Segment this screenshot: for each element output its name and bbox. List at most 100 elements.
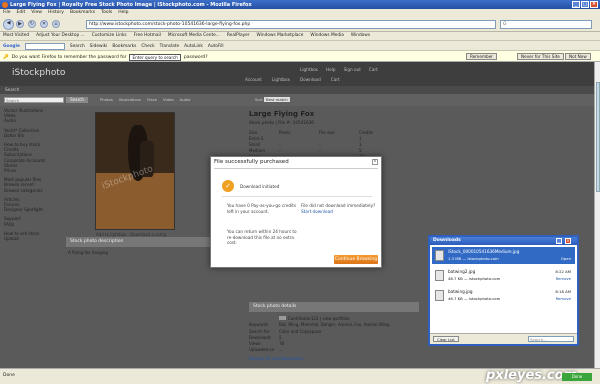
never-for-site-button[interactable]: Never for This Site	[517, 53, 564, 60]
filter-flash[interactable]: Flash	[147, 97, 157, 102]
sort-label: Sort	[255, 97, 263, 102]
notification-suffix: password?	[183, 55, 208, 60]
minimize-icon[interactable]: _	[572, 1, 580, 8]
lightbox-link[interactable]: Lightbox	[272, 77, 290, 82]
download-size: 46.7 KB — istockphoto.com	[448, 296, 501, 301]
download-link[interactable]: Download	[300, 77, 321, 82]
menu-history[interactable]: History	[48, 10, 64, 17]
autofill-button[interactable]: AutoFill	[208, 44, 224, 49]
stock-photo[interactable]: iStockphoto	[95, 112, 175, 230]
not-now-button[interactable]: Not Now	[565, 53, 591, 60]
bookmarks-toolbar: Most Visited Adjust Your Desktop ... Cus…	[0, 32, 600, 41]
menu-file[interactable]: File	[3, 10, 11, 17]
minimize-icon[interactable]: _	[556, 238, 562, 244]
credits-text: You have 0 Pay-as-you-go credits left in…	[227, 203, 297, 214]
site-search-input[interactable]: Search	[4, 97, 64, 103]
google-toolbar: Google Search Sidewiki Bookmarks Check T…	[0, 41, 600, 51]
download-size: 1.3 MB — istockphoto.com	[448, 256, 499, 261]
filter-illustrations[interactable]: Illustrations	[119, 97, 141, 102]
site-search-button[interactable]: Search	[66, 97, 88, 103]
purchase-dialog: File successfully purchased x ✓ Download…	[210, 156, 382, 268]
help-text: File did not download immediately? Start…	[301, 203, 377, 214]
size-row[interactable]: Medium.... 5	[249, 147, 389, 153]
scroll-thumb[interactable]	[596, 82, 600, 192]
dialog-close-icon[interactable]: x	[372, 159, 378, 165]
downloads-window: Downloads _ × iStock_000010541636Medium.…	[428, 235, 579, 346]
file-icon	[435, 250, 444, 261]
cart-link[interactable]: Cart	[331, 77, 340, 82]
account-link[interactable]: Account	[245, 77, 262, 82]
size-header: Size Pixels File size Credits	[249, 129, 374, 135]
search-bar[interactable]: G	[500, 20, 592, 29]
size-row[interactable]: Extra S.... 1	[249, 135, 389, 141]
bookmark-item[interactable]: Windows Marketplace	[257, 33, 304, 40]
download-action-link[interactable]: Open	[561, 256, 571, 261]
redownload-text: You can return within 24 hours to re-dow…	[227, 229, 297, 245]
filter-photos[interactable]: Photos	[100, 97, 113, 102]
maximize-icon[interactable]: □	[581, 1, 589, 8]
password-notification-bar: 🔑 Do you want Firefox to remember the pa…	[0, 51, 600, 62]
download-item[interactable]: iStock_000010541636Medium.jpg 1.3 MB — is…	[432, 247, 575, 264]
navigation-toolbar: ◀ ▶ ↻ ✕ ⌂ http://www.istockphoto.com/sto…	[0, 17, 600, 32]
download-item[interactable]: batwing.jpg 46.7 KB — istockphoto.com 8:18…	[432, 287, 575, 304]
sort-control[interactable]: Sort Best match	[255, 97, 290, 102]
home-icon[interactable]: ⌂	[52, 20, 60, 28]
bookmark-item[interactable]: Most Visited	[3, 33, 29, 40]
sidewiki-button[interactable]: Sidewiki	[90, 44, 108, 49]
download-filename: batwing.jpg	[448, 289, 473, 294]
clear-list-button[interactable]: Clear List	[433, 336, 459, 342]
downloads-footer: Clear List Search...	[430, 333, 577, 344]
back-icon[interactable]: ◀	[3, 19, 14, 30]
translate-button[interactable]: Translate	[160, 44, 180, 49]
bookmark-item[interactable]: Microsoft Media Cente...	[168, 33, 220, 40]
filter-audio[interactable]: Audio	[180, 97, 191, 102]
google-search-button[interactable]: Search	[70, 44, 85, 49]
google-search-input[interactable]	[24, 42, 65, 50]
page-scrollbar[interactable]	[594, 62, 600, 368]
menu-view[interactable]: View	[31, 10, 42, 17]
remember-button[interactable]: Remember	[466, 53, 497, 60]
bookmark-item[interactable]: RealPlayer	[227, 33, 250, 40]
close-icon[interactable]: ×	[565, 238, 571, 244]
menu-bar: File Edit View History Bookmarks Tools H…	[0, 9, 600, 17]
stop-icon[interactable]: ✕	[40, 20, 48, 28]
bookmark-item[interactable]: Windows	[351, 33, 370, 40]
header-link[interactable]: Lightbox	[300, 67, 318, 72]
size-row[interactable]: Small.... 3	[249, 141, 389, 147]
help-title: File did not download immediately?	[301, 203, 376, 208]
header-link[interactable]: Help	[326, 67, 336, 72]
filter-video[interactable]: Video	[163, 97, 174, 102]
continue-browsing-button[interactable]: Continue Browsing	[334, 255, 378, 264]
bookmarks-button[interactable]: Bookmarks	[112, 44, 136, 49]
menu-edit[interactable]: Edit	[17, 10, 26, 17]
bookmark-item[interactable]: Adjust Your Desktop ...	[36, 33, 85, 40]
bookmark-item[interactable]: Customize Links	[92, 33, 127, 40]
close-icon[interactable]: ×	[590, 1, 598, 8]
menu-tools[interactable]: Tools	[101, 10, 112, 17]
header-link[interactable]: Sign out	[344, 67, 361, 72]
avatar	[279, 316, 286, 320]
downloads-search-input[interactable]: Search...	[528, 336, 574, 342]
autolink-button[interactable]: AutoLink	[184, 44, 203, 49]
forward-icon[interactable]: ▶	[16, 20, 24, 28]
url-bar[interactable]: http://www.istockphoto.com/stock-photo-1…	[86, 20, 496, 29]
site-logo[interactable]: iStockphoto	[12, 68, 65, 78]
status-text: Done	[3, 373, 15, 378]
reload-icon[interactable]: ↻	[28, 20, 36, 28]
ratings-link[interactable]: Ratings (0) and Bookmarks	[249, 356, 393, 362]
bookmark-item[interactable]: Free Hotmail	[134, 33, 161, 40]
check-button[interactable]: Check	[141, 44, 154, 49]
sort-select[interactable]: Best match	[264, 97, 290, 102]
left-nav: Vector Illustrations Video Audio Yacht* Col…	[4, 108, 60, 245]
menu-help[interactable]: Help	[118, 10, 128, 17]
download-filename: batwing2.jpg	[448, 269, 476, 274]
description-text: A flying fox hanging	[68, 250, 108, 255]
bookmark-item[interactable]: Windows Media	[310, 33, 343, 40]
menu-bookmarks[interactable]: Bookmarks	[70, 10, 95, 17]
download-action-link[interactable]: Remove	[556, 276, 571, 281]
download-item[interactable]: batwing2.jpg 48.7 KB — istockphoto.com 8:2…	[432, 267, 575, 284]
header-link[interactable]: Cart	[369, 67, 378, 72]
download-action-link[interactable]: Remove	[556, 296, 571, 301]
search-tooltip: Enter query to search	[129, 54, 181, 61]
start-download-link[interactable]: Start download	[301, 209, 377, 215]
